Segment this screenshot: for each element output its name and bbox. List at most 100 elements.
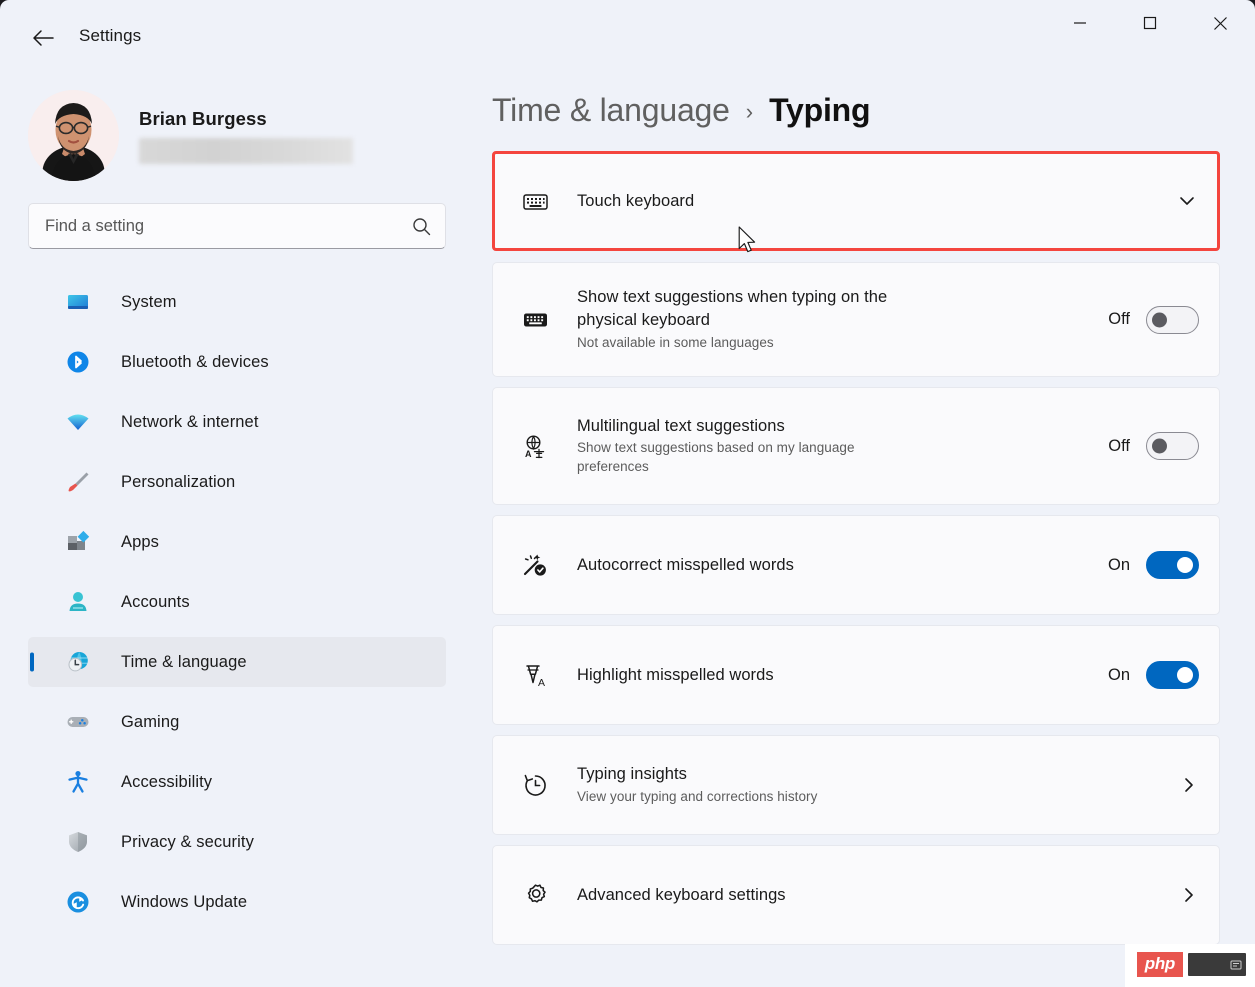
card-body: Advanced keyboard settings <box>577 884 1179 907</box>
sidebar-item-label: Bluetooth & devices <box>121 352 269 371</box>
chevron-right-icon[interactable] <box>1179 885 1199 905</box>
sidebar-item-gaming[interactable]: Gaming <box>28 697 446 747</box>
sidebar-item-label: Accounts <box>121 592 190 611</box>
search-box[interactable] <box>28 203 446 249</box>
clock-globe-icon <box>64 650 92 674</box>
toggle-state-label: Off <box>1108 436 1130 455</box>
toggle-show-text-suggestions[interactable] <box>1146 305 1199 334</box>
sidebar-item-bluetooth-devices[interactable]: Bluetooth & devices <box>28 337 446 387</box>
sidebar-item-label: Network & internet <box>121 412 259 431</box>
avatar-photo <box>28 90 119 181</box>
back-button[interactable] <box>22 17 64 59</box>
card-control[interactable]: Off <box>1108 432 1199 460</box>
sidebar-item-privacy-security[interactable]: Privacy & security <box>28 817 446 867</box>
card-title: Autocorrect misspelled words <box>577 555 794 574</box>
touch-keyboard-icon <box>515 188 555 215</box>
apps-icon <box>64 530 92 554</box>
card-body: Multilingual text suggestions Show text … <box>577 415 1108 477</box>
physical-keyboard-icon <box>515 306 555 333</box>
card-title: Multilingual text suggestions <box>577 416 785 435</box>
card-control[interactable] <box>1179 885 1199 905</box>
search-icon <box>413 217 431 235</box>
maximize-button[interactable] <box>1115 0 1185 46</box>
sidebar-item-network-internet[interactable]: Network & internet <box>28 397 446 447</box>
toggle-highlight-misspelled[interactable] <box>1146 661 1199 689</box>
card-subtitle: Not available in some languages <box>577 334 774 350</box>
setting-card-autocorrect[interactable]: Autocorrect misspelled words On <box>492 515 1220 615</box>
sidebar-item-apps[interactable]: Apps <box>28 517 446 567</box>
card-body: Show text suggestions when typing on the… <box>577 286 1108 352</box>
account-block[interactable]: Brian Burgess <box>28 90 470 181</box>
setting-card-multilingual-suggestions[interactable]: A Multilingual text suggestions Show tex… <box>492 387 1220 505</box>
maximize-icon <box>1143 16 1157 30</box>
breadcrumb-parent[interactable]: Time & language <box>492 92 730 129</box>
window-body: Brian Burgess Find a setting System Blue… <box>0 76 1255 987</box>
card-control[interactable]: On <box>1108 661 1199 689</box>
sidebar-item-label: Personalization <box>121 472 236 491</box>
card-control[interactable]: On <box>1108 551 1199 579</box>
monitor-icon <box>64 290 92 314</box>
account-text: Brian Burgess <box>139 108 353 164</box>
toggle-multilingual-suggestions[interactable] <box>1146 432 1199 460</box>
setting-card-typing-insights[interactable]: Typing insights View your typing and cor… <box>492 735 1220 835</box>
close-button[interactable] <box>1185 0 1255 46</box>
sidebar-item-windows-update[interactable]: Windows Update <box>28 877 446 927</box>
account-name: Brian Burgess <box>139 107 267 129</box>
translate-globe-icon: A <box>515 433 555 460</box>
sidebar: Brian Burgess Find a setting System Blue… <box>0 76 470 987</box>
history-clock-icon <box>515 772 555 799</box>
minimize-button[interactable] <box>1045 0 1115 46</box>
sidebar-nav: System Bluetooth & devices Network & int… <box>28 277 470 937</box>
card-control[interactable]: Off <box>1108 305 1199 334</box>
close-icon <box>1213 16 1227 30</box>
sidebar-item-label: Apps <box>121 532 160 551</box>
toggle-state-label: Off <box>1108 310 1130 328</box>
chevron-down-icon[interactable] <box>1177 191 1197 211</box>
sidebar-item-system[interactable]: System <box>28 277 446 327</box>
toggle-state-label: On <box>1107 555 1130 574</box>
sidebar-item-label: Windows Update <box>121 892 248 911</box>
search-input[interactable] <box>45 216 412 236</box>
svg-text:A: A <box>538 677 545 689</box>
main-content: Time & language › Typing Touch keyboard … <box>470 76 1255 987</box>
toggle-autocorrect[interactable] <box>1146 551 1199 579</box>
gear-icon <box>515 882 555 909</box>
watermark-php-logo: php <box>1136 952 1183 977</box>
sidebar-item-personalization[interactable]: Personalization <box>28 457 446 507</box>
sidebar-item-label: System <box>121 292 177 311</box>
update-icon <box>64 890 92 914</box>
card-title: Show text suggestions when typing on the… <box>577 288 888 330</box>
setting-card-show-text-suggestions[interactable]: Show text suggestions when typing on the… <box>492 262 1220 377</box>
watermark-dark-block <box>1188 953 1246 976</box>
card-title: Advanced keyboard settings <box>577 885 786 904</box>
sidebar-item-label: Privacy & security <box>121 832 254 851</box>
watermark-glyph-icon <box>1230 960 1242 969</box>
setting-card-highlight-misspelled[interactable]: A Highlight misspelled words On <box>492 625 1220 725</box>
setting-card-advanced-keyboard[interactable]: Advanced keyboard settings <box>492 845 1220 945</box>
card-subtitle: Show text suggestions based on my langua… <box>577 440 855 475</box>
card-control[interactable] <box>1177 191 1197 211</box>
sidebar-item-accessibility[interactable]: Accessibility <box>28 757 446 807</box>
toggle-state-label: On <box>1107 665 1130 684</box>
card-subtitle: View your typing and corrections history <box>577 788 818 804</box>
app-title: Settings <box>79 26 142 45</box>
title-bar: Settings <box>0 0 1255 76</box>
setting-card-touch-keyboard[interactable]: Touch keyboard <box>492 151 1220 251</box>
card-title: Touch keyboard <box>577 191 695 210</box>
accessibility-icon <box>64 770 92 794</box>
chevron-right-icon[interactable] <box>1179 775 1199 795</box>
person-icon <box>64 590 92 614</box>
sidebar-item-accounts[interactable]: Accounts <box>28 577 446 627</box>
sidebar-item-time-language[interactable]: Time & language <box>28 637 446 687</box>
shield-icon <box>64 830 92 854</box>
account-email-redacted <box>139 137 353 164</box>
settings-window: Settings Brian Burgess Find a setting Sy… <box>0 0 1255 987</box>
sidebar-item-label: Gaming <box>121 712 180 731</box>
back-arrow-icon <box>33 30 54 46</box>
highlighter-a-icon: A <box>515 662 555 689</box>
breadcrumb: Time & language › Typing <box>492 92 1220 129</box>
window-controls <box>1045 0 1255 46</box>
page-title: Typing <box>769 92 871 128</box>
card-control[interactable] <box>1179 775 1199 795</box>
wifi-icon <box>64 410 92 434</box>
